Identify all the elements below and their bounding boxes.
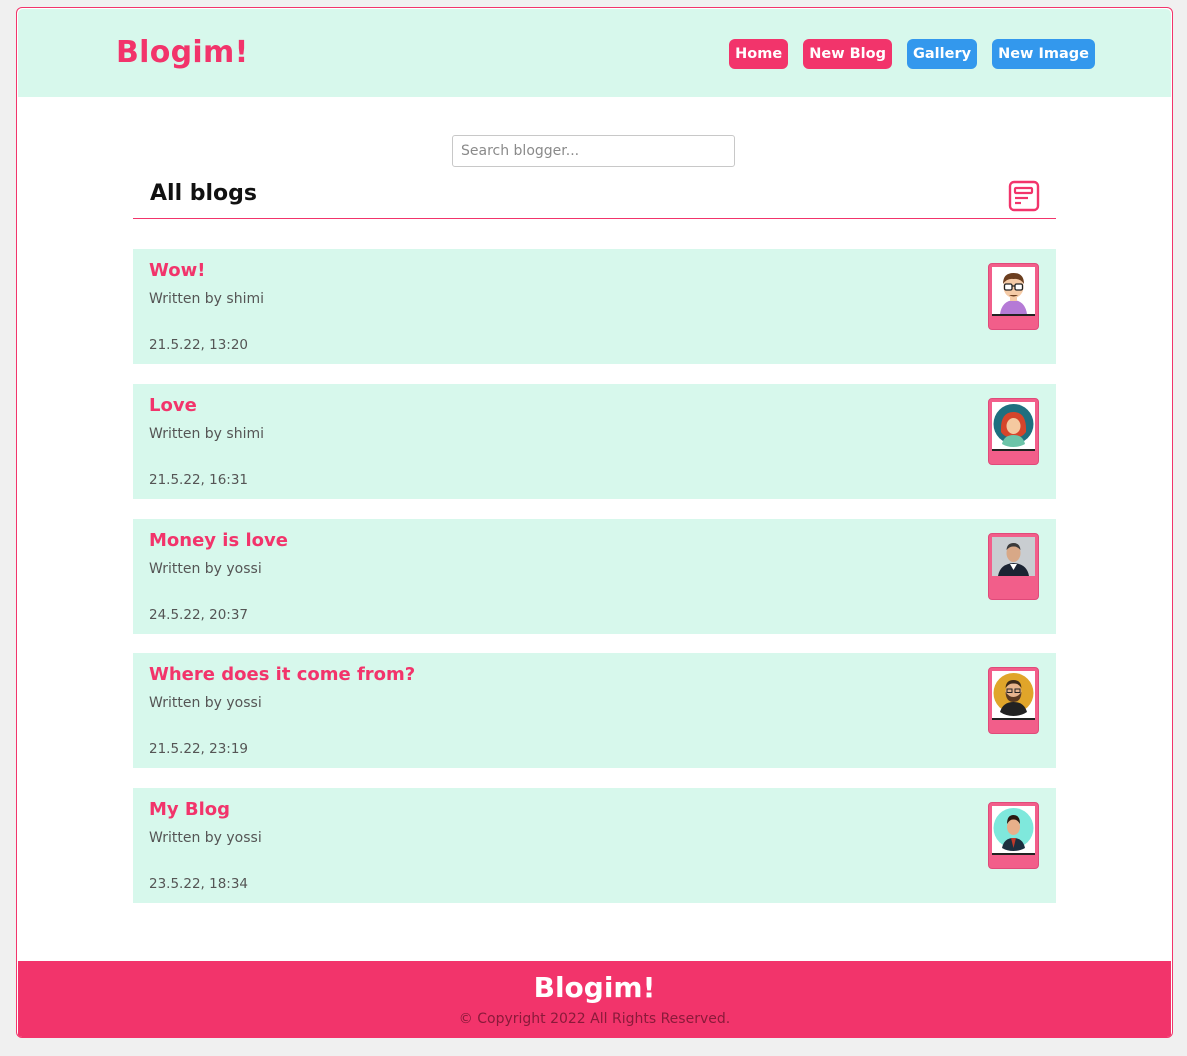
author-avatar[interactable] xyxy=(988,398,1039,465)
glasses-man-avatar-icon xyxy=(992,267,1035,314)
nav-new-blog-button[interactable]: New Blog xyxy=(803,39,892,69)
blog-author: Written by yossi xyxy=(149,695,262,711)
copyright-text: © Copyright 2022 All Rights Reserved. xyxy=(458,1011,731,1027)
author-avatar[interactable] xyxy=(988,667,1039,734)
blog-card[interactable]: My Blog Written by yossi 23.5.22, 18:34 xyxy=(133,788,1056,903)
blog-title[interactable]: My Blog xyxy=(149,799,230,820)
blog-date: 21.5.22, 16:31 xyxy=(149,472,249,488)
blog-author: Written by shimi xyxy=(149,291,264,307)
section-header: All blogs xyxy=(133,178,1056,219)
blog-author: Written by shimi xyxy=(149,426,264,442)
nav-gallery-button[interactable]: Gallery xyxy=(907,39,978,69)
blog-title[interactable]: Love xyxy=(149,395,197,416)
blog-date: 21.5.22, 13:20 xyxy=(149,337,249,353)
blog-date: 23.5.22, 18:34 xyxy=(149,876,249,892)
blog-date: 21.5.22, 23:19 xyxy=(149,741,249,757)
header: Blogim! Home New Blog Gallery New Image xyxy=(18,9,1171,97)
bearded-man-avatar-icon xyxy=(992,671,1035,718)
app-container: Blogim! Home New Blog Gallery New Image … xyxy=(16,7,1173,1038)
footer: Blogim! © Copyright 2022 All Rights Rese… xyxy=(18,961,1171,1037)
footer-logo: Blogim! xyxy=(533,971,656,1004)
author-avatar[interactable] xyxy=(988,263,1039,330)
blog-date: 24.5.22, 20:37 xyxy=(149,607,249,623)
blog-post-icon[interactable] xyxy=(1008,180,1040,212)
businessman-photo-avatar-icon xyxy=(992,537,1035,576)
author-avatar[interactable] xyxy=(988,533,1039,600)
main-nav: Home New Blog Gallery New Image xyxy=(729,39,1095,69)
blog-card[interactable]: Wow! Written by shimi 21.5.22, 13:20 xyxy=(133,249,1056,364)
blog-title[interactable]: Money is love xyxy=(149,530,288,551)
site-logo[interactable]: Blogim! xyxy=(116,35,249,70)
blog-author: Written by yossi xyxy=(149,830,262,846)
nav-home-button[interactable]: Home xyxy=(729,39,789,69)
blog-title[interactable]: Where does it come from? xyxy=(149,664,415,685)
young-man-avatar-icon xyxy=(992,806,1035,853)
blog-card[interactable]: Love Written by shimi 21.5.22, 16:31 xyxy=(133,384,1056,499)
nav-new-image-button[interactable]: New Image xyxy=(992,39,1095,69)
author-avatar[interactable] xyxy=(988,802,1039,869)
blog-author: Written by yossi xyxy=(149,561,262,577)
search-input[interactable] xyxy=(452,135,735,167)
blog-card[interactable]: Money is love Written by yossi 24.5.22, … xyxy=(133,519,1056,634)
red-hair-woman-avatar-icon xyxy=(992,402,1035,449)
page-title: All blogs xyxy=(150,181,258,206)
blog-title[interactable]: Wow! xyxy=(149,260,205,281)
blog-card[interactable]: Where does it come from? Written by yoss… xyxy=(133,653,1056,768)
